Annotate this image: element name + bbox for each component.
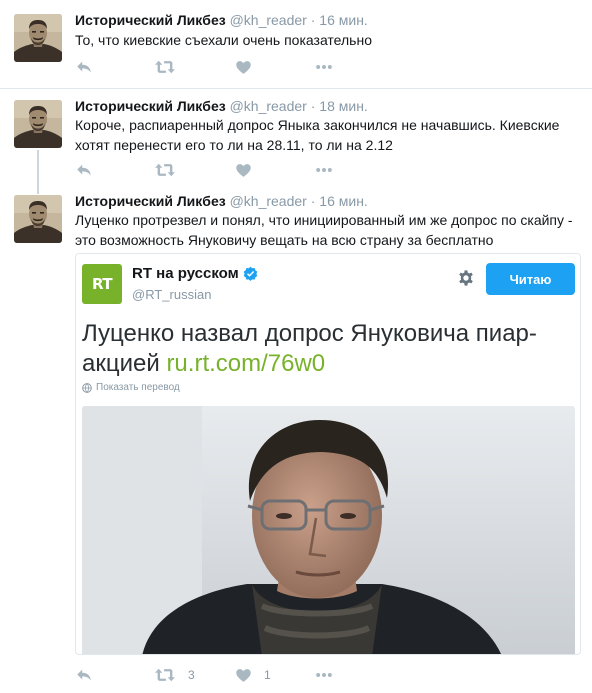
verified-badge-icon: [243, 266, 257, 281]
retweet-button[interactable]: 3: [154, 665, 195, 685]
tweet-text: Луценко протрезвел и понял, что иницииро…: [75, 212, 573, 248]
retweet-button[interactable]: [154, 160, 188, 180]
tweet-2[interactable]: Исторический Ликбез @kh_reader · 18 мин.…: [0, 89, 592, 183]
author-handle[interactable]: @kh_reader: [230, 12, 307, 28]
avatar[interactable]: [14, 195, 62, 243]
quoted-author-name[interactable]: RT на русском: [132, 265, 239, 282]
user-actions-button[interactable]: [457, 269, 475, 292]
following-button[interactable]: Читаю: [486, 263, 575, 295]
more-button[interactable]: [315, 665, 333, 685]
more-icon: [315, 161, 333, 179]
timestamp[interactable]: 16 мин.: [319, 12, 368, 28]
rt-logo-text: RT: [91, 275, 113, 293]
tweet-text: Короче, распиаренный допрос Яныка законч…: [75, 117, 560, 153]
reply-icon: [75, 161, 93, 179]
tweet-header: Исторический Ликбез @kh_reader · 16 мин.: [75, 192, 368, 210]
retweet-icon: [154, 58, 176, 76]
tweet-actions: [75, 57, 375, 77]
portrait-photo: [82, 406, 575, 654]
tweet-1[interactable]: Исторический Ликбез @kh_reader · 16 мин.…: [0, 0, 592, 88]
quoted-tweet-card[interactable]: RT RT на русском @RT_russian Читаю Луцен…: [75, 253, 581, 655]
heart-icon: [235, 667, 252, 684]
attached-photo[interactable]: [82, 406, 575, 654]
author-name[interactable]: Исторический Ликбез: [75, 12, 226, 28]
separator: ·: [310, 98, 316, 114]
retweet-icon: [154, 161, 176, 179]
show-translation-link[interactable]: Показать перевод: [82, 382, 180, 393]
quoted-link[interactable]: ru.rt.com/76w0: [166, 350, 325, 377]
reply-button[interactable]: [75, 57, 93, 77]
more-button[interactable]: [315, 57, 333, 77]
more-icon: [315, 666, 333, 684]
separator: ·: [310, 12, 316, 28]
reply-icon: [75, 666, 93, 684]
more-button[interactable]: [315, 160, 333, 180]
tweet-actions: 3 1: [75, 665, 375, 685]
tweet-actions: [75, 160, 375, 180]
separator: ·: [310, 193, 316, 209]
like-button[interactable]: 1: [235, 665, 271, 685]
more-icon: [315, 58, 333, 76]
author-handle[interactable]: @kh_reader: [230, 193, 307, 209]
globe-icon: [82, 382, 92, 393]
like-button[interactable]: [235, 57, 264, 77]
rt-logo[interactable]: RT: [82, 264, 122, 304]
gear-icon: [459, 270, 473, 286]
show-translation-label[interactable]: Показать перевод: [96, 382, 180, 393]
timestamp[interactable]: 18 мин.: [319, 98, 368, 114]
retweet-button[interactable]: [154, 57, 188, 77]
avatar[interactable]: [14, 100, 62, 148]
like-button[interactable]: [235, 160, 264, 180]
author-handle[interactable]: @kh_reader: [230, 98, 307, 114]
reply-button[interactable]: [75, 160, 93, 180]
heart-icon: [235, 162, 252, 179]
quoted-author[interactable]: RT на русском: [132, 265, 258, 282]
reply-button[interactable]: [75, 665, 93, 685]
avatar[interactable]: [14, 14, 62, 62]
tweet-header: Исторический Ликбез @kh_reader · 16 мин.: [75, 11, 368, 29]
retweet-icon: [154, 666, 176, 684]
quoted-tweet-text: Луценко назвал допрос Януковича пиар-акц…: [82, 319, 572, 379]
reply-icon: [75, 58, 93, 76]
heart-icon: [235, 59, 252, 76]
like-count: 1: [264, 668, 271, 682]
author-name[interactable]: Исторический Ликбез: [75, 193, 226, 209]
author-name[interactable]: Исторический Ликбез: [75, 98, 226, 114]
tweet-text: То, что киевские съехали очень показател…: [75, 32, 372, 48]
timestamp[interactable]: 16 мин.: [319, 193, 368, 209]
retweet-count: 3: [188, 668, 195, 682]
tweet-header: Исторический Ликбез @kh_reader · 18 мин.: [75, 97, 368, 115]
quoted-author-handle[interactable]: @RT_russian: [132, 287, 211, 302]
